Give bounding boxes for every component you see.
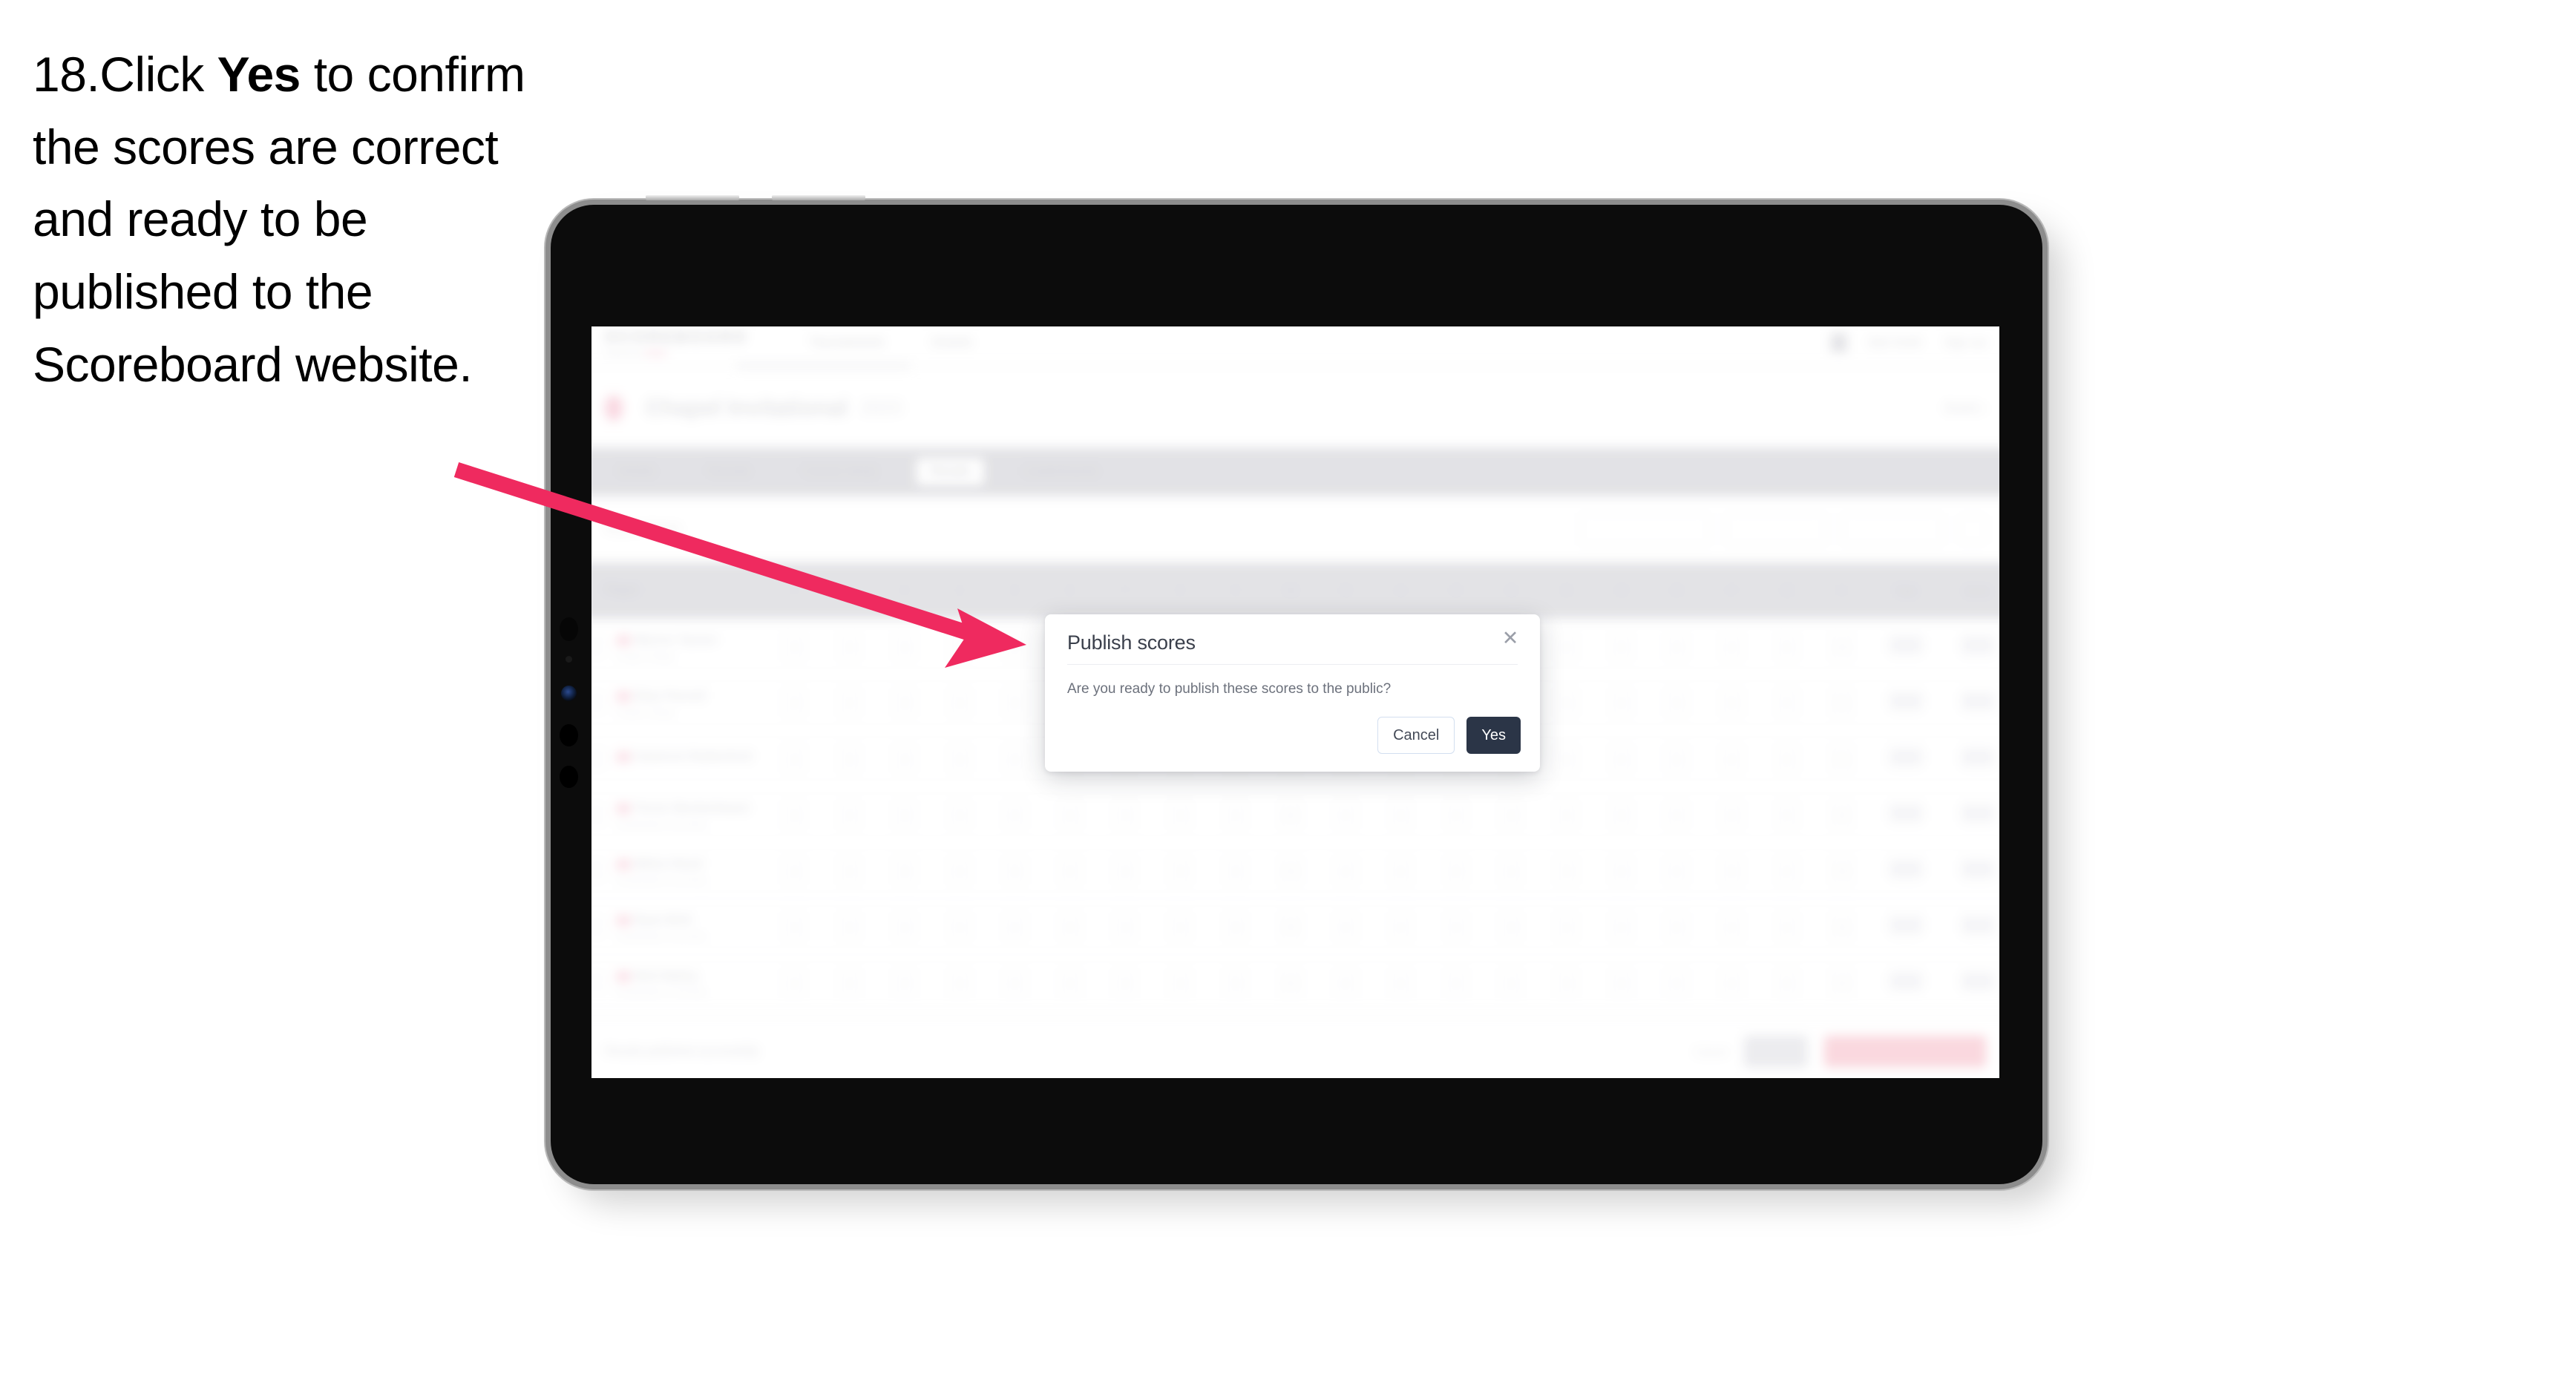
dialog-actions: Cancel Yes [1377,717,1521,754]
tablet-sensor-mid-icon [560,724,578,746]
tablet-microphone-icon [566,656,572,663]
publish-scores-dialog: Publish scores ✕ Are you ready to publis… [1045,614,1540,772]
tablet-top-button-1[interactable] [646,195,739,200]
dialog-title: Publish scores [1067,631,1196,654]
tablet-sensor-bottom-icon [560,766,578,788]
tablet-sensor-top-icon [560,617,578,641]
instruction-emphasis: Yes [217,47,301,102]
yes-button[interactable]: Yes [1466,717,1521,754]
instruction-part1: Click [99,47,217,102]
tablet-camera-lens-icon [561,686,577,701]
close-icon[interactable]: ✕ [1497,625,1524,651]
tablet-top-button-2[interactable] [772,195,865,200]
dialog-message: Are you ready to publish these scores to… [1067,681,1392,697]
instruction-text: 18.Click Yes to confirm the scores are c… [33,39,552,401]
cancel-button[interactable]: Cancel [1377,717,1455,754]
instruction-number: 18. [33,47,100,102]
screenshot-canvas: 18.Click Yes to confirm the scores are c… [0,0,2576,1386]
dialog-divider [1067,664,1518,665]
